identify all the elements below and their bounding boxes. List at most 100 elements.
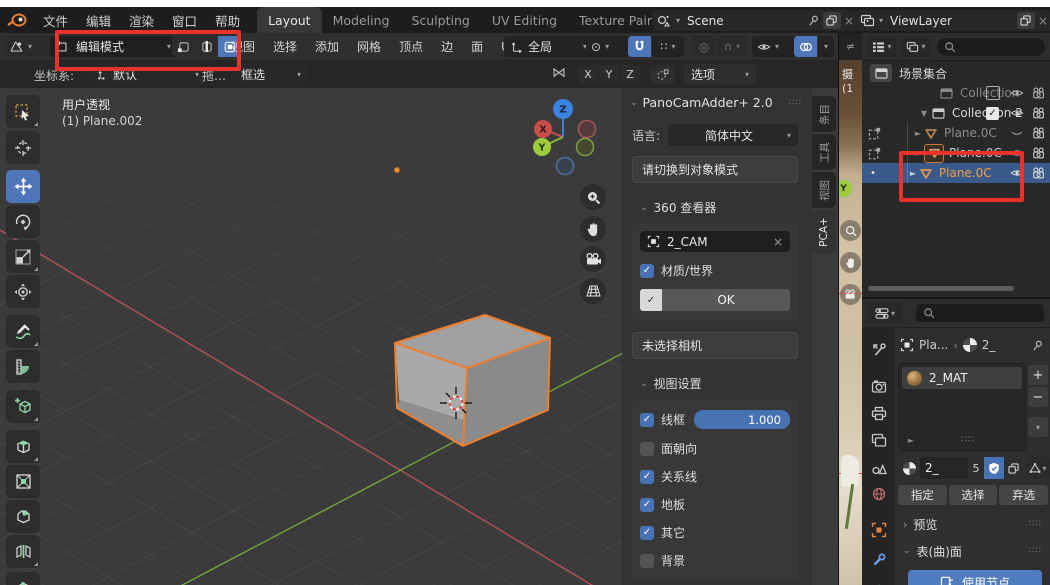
mini-viewport[interactable]: ≠ 摄 (1 Y [838, 33, 863, 585]
render-camera-icon[interactable] [1032, 107, 1046, 119]
face-orientation-row[interactable]: 面朝向 [640, 440, 790, 457]
npanel-tab-tool[interactable]: 工具 [812, 134, 836, 170]
hide-eye-icon[interactable] [1010, 147, 1024, 159]
npanel-tab-pca[interactable]: PCA+ [812, 210, 836, 254]
tool-move[interactable] [6, 170, 40, 203]
camera-field[interactable]: 2_CAM × [640, 231, 790, 252]
browse-material-button[interactable] [898, 457, 920, 479]
expand-icon[interactable]: ► [905, 436, 917, 445]
row-plane-2[interactable]: ► Plane.0C [862, 143, 1050, 163]
select-tool-dropdown[interactable]: 框选 ▾ [234, 64, 308, 85]
render-camera-icon[interactable] [1032, 167, 1046, 179]
new-copy-button[interactable] [823, 12, 841, 29]
tab-particles-properties[interactable] [862, 575, 895, 585]
preview-panel-header[interactable]: › 预览 ∷∷ [895, 513, 1050, 535]
scene-name[interactable]: Scene [687, 14, 807, 28]
floor-checkbox[interactable]: ✓ [640, 498, 654, 512]
gizmo-y-neg[interactable] [577, 139, 594, 156]
edge-select-button[interactable] [195, 36, 217, 57]
tab-object-properties[interactable] [862, 517, 895, 543]
breadcrumb-material-name[interactable]: 2_ [982, 338, 1031, 352]
menu-edge[interactable]: 边 [432, 33, 462, 60]
blender-logo[interactable] [0, 13, 34, 27]
snap-toggle-button[interactable] [628, 36, 651, 57]
remove-slot-button[interactable]: − [1028, 387, 1048, 407]
tool-bevel[interactable] [6, 500, 40, 533]
ok-button[interactable]: OK [662, 289, 790, 311]
viewport-3d[interactable]: 用户透视 (1) Plane.002 [0, 88, 838, 585]
row-collection-1[interactable]: Collection [862, 83, 1050, 103]
mini-gizmo-y-axis[interactable]: Y [839, 180, 852, 197]
render-camera-icon[interactable] [1032, 87, 1046, 99]
proportional-edit-toggle[interactable]: ◎ [692, 36, 716, 57]
other-checkbox[interactable]: ✓ [640, 526, 654, 540]
mini-pan-button[interactable] [840, 252, 861, 273]
menu-edit[interactable]: 编辑 [77, 7, 120, 33]
horizontal-scrollbar[interactable] [868, 286, 1014, 291]
outliner-search-input[interactable] [937, 38, 1045, 56]
falloff-dropdown[interactable]: ∩ ▾ [717, 36, 747, 57]
menu-window[interactable]: 窗口 [163, 7, 206, 33]
ok-checkbox[interactable]: ✓ [640, 289, 662, 311]
tool-scale[interactable] [6, 240, 40, 273]
tab-modifier-properties[interactable] [862, 547, 895, 573]
mirror-icon[interactable]: ⋈ [552, 65, 566, 81]
tool-inset[interactable] [6, 465, 40, 498]
cube-mesh[interactable] [395, 315, 550, 446]
mirror-z-toggle[interactable]: Z [620, 65, 640, 84]
pin-icon[interactable] [1031, 339, 1044, 352]
gizmo-z-neg[interactable] [557, 158, 574, 175]
view-settings-header[interactable]: ⌄ 视图设置 [640, 375, 802, 392]
background-checkbox[interactable] [640, 554, 654, 568]
hide-eye-icon[interactable] [1010, 167, 1024, 179]
row-plane-3-selected[interactable]: • ► Plane.0C [862, 163, 1050, 183]
tool-transform[interactable] [6, 275, 40, 308]
expand-icon[interactable]: ► [907, 169, 919, 178]
npanel-header[interactable]: ⌄ PanoCamAdder+ 2.0 ∷∷ [622, 88, 812, 112]
node-specials-dropdown[interactable]: ▾ [1026, 457, 1050, 479]
scene-selector[interactable]: ▾ Scene × [652, 10, 858, 31]
list-grip-icon[interactable]: ∷∷ [917, 435, 1019, 445]
material-slot-row[interactable]: 2_MAT [902, 367, 1022, 389]
hide-eye-icon[interactable] [1010, 107, 1024, 119]
expand-icon[interactable]: ► [912, 149, 924, 158]
navigation-gizmo[interactable]: Z X Y [505, 90, 615, 182]
viewlayer-selector[interactable]: ▾ ViewLayer × [856, 10, 1050, 31]
menu-select[interactable]: 选择 [264, 33, 306, 60]
vertex-select-button[interactable] [172, 36, 194, 57]
menu-face[interactable]: 面 [462, 33, 492, 60]
expand-icon[interactable]: ▼ [918, 109, 930, 118]
mode-dropdown[interactable]: 编辑模式 ▾ [50, 36, 176, 57]
menu-add[interactable]: 添加 [306, 33, 348, 60]
row-scene-collection[interactable]: 场景集合 [862, 63, 1050, 83]
tool-extrude[interactable] [6, 430, 40, 463]
perspective-toggle-button[interactable] [580, 278, 606, 304]
snap-target-dropdown[interactable]: ∷ ▾ [652, 36, 684, 57]
deselect-button[interactable]: 弃选 [999, 485, 1048, 505]
panel-grip-icon[interactable]: ∷∷ [1029, 546, 1042, 556]
tab-modeling[interactable]: Modeling [322, 7, 401, 33]
row-plane-1[interactable]: ► Plane.0C [862, 123, 1050, 143]
row-collection-2[interactable]: ▼ Collection 2 ✓ [862, 103, 1050, 123]
pin-icon[interactable] [807, 14, 820, 27]
surface-panel-header[interactable]: ⌄ 表(曲)面 ∷∷ [895, 540, 1050, 562]
overlays-toggle[interactable] [794, 36, 817, 57]
pivot-point-dropdown[interactable]: ⊙ ▾ [586, 36, 632, 57]
tool-annotate[interactable] [6, 315, 40, 348]
render-camera-icon[interactable] [1032, 147, 1046, 159]
orientation-dropdown[interactable]: 全局 ▾ [504, 36, 594, 57]
wireframe-checkbox[interactable]: ✓ [640, 413, 654, 427]
menu-file[interactable]: 文件 [34, 7, 77, 33]
other-row[interactable]: ✓ 其它 [640, 524, 790, 541]
tab-output-properties[interactable] [862, 400, 895, 426]
tab-uv-editing[interactable]: UV Editing [481, 7, 568, 33]
face-orientation-checkbox[interactable] [640, 442, 654, 456]
hidden-eye-icon[interactable] [1010, 127, 1024, 139]
exclude-checkbox[interactable]: ✓ [986, 107, 999, 120]
expand-icon[interactable]: ► [912, 129, 924, 138]
render-camera-icon[interactable] [1032, 127, 1046, 139]
floor-row[interactable]: ✓ 地板 [640, 496, 790, 513]
viewlayer-name[interactable]: ViewLayer [890, 14, 1014, 28]
mini-zoom-button[interactable] [840, 220, 861, 241]
zoom-button[interactable] [580, 184, 606, 210]
